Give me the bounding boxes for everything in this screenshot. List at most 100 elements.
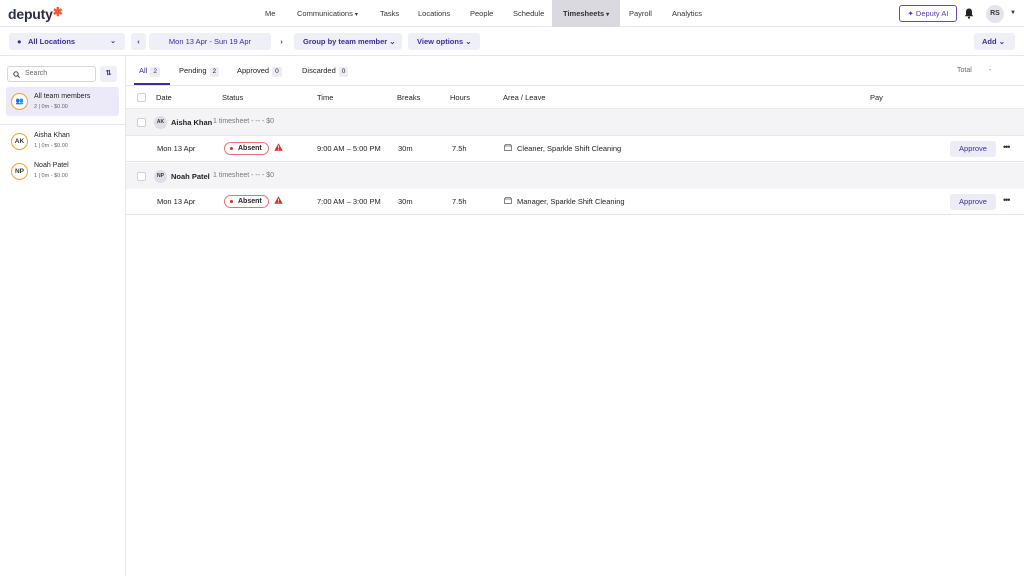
row-area: Manager, Sparkle Shift Cleaning xyxy=(517,197,625,206)
chevron-down-icon: ▾ xyxy=(354,12,358,18)
row-breaks: 30m xyxy=(398,197,413,206)
search-icon xyxy=(13,71,20,78)
add-button[interactable]: Add ⌄ xyxy=(974,33,1015,50)
row-date: Mon 13 Apr xyxy=(157,197,196,206)
row-hours: 7.5h xyxy=(452,144,467,153)
chevron-down-icon: ⌄ xyxy=(389,37,396,46)
group-by-dropdown[interactable]: Group by team member ⌄ xyxy=(294,33,402,50)
chevron-left-icon: ‹ xyxy=(137,37,140,46)
column-hours[interactable]: Hours xyxy=(450,93,470,102)
column-status[interactable]: Status xyxy=(222,93,243,102)
column-time[interactable]: Time xyxy=(317,93,333,102)
row-time: 7:00 AM – 3:00 PM xyxy=(317,197,381,206)
table-row[interactable]: Mon 13 Apr Absent 9:00 AM – 5:00 PM 30m … xyxy=(126,136,1024,162)
chevron-right-icon: › xyxy=(280,37,283,46)
user-avatar[interactable]: RS xyxy=(986,5,1004,23)
column-area-leave[interactable]: Area / Leave xyxy=(503,93,546,102)
count-badge: 2 xyxy=(150,67,160,77)
row-breaks: 30m xyxy=(398,144,413,153)
nav-people[interactable]: People xyxy=(470,0,493,27)
sidebar-member-aisha-khan[interactable]: AK Aisha Khan 1 | 0m - $0.00 xyxy=(0,128,126,156)
location-selector[interactable]: ● All Locations ⌄ xyxy=(9,33,125,50)
group-summary: 1 timesheet - -- - $0 xyxy=(213,118,275,125)
nav-communications[interactable]: Communications ▾ xyxy=(297,0,358,27)
area-icon xyxy=(504,144,512,151)
member-name: All team members xyxy=(34,93,91,100)
table-row[interactable]: Mon 13 Apr Absent 7:00 AM – 3:00 PM 30m … xyxy=(126,189,1024,215)
avatar: AK xyxy=(11,133,28,150)
warning-icon[interactable] xyxy=(274,196,283,204)
search-input[interactable]: Search xyxy=(7,66,96,82)
all-team-members-item[interactable]: 👥 All team members 2 | 0m - $0.00 xyxy=(6,87,119,116)
divider xyxy=(0,124,126,125)
row-date: Mon 13 Apr xyxy=(157,144,196,153)
column-date[interactable]: Date xyxy=(156,93,172,102)
search-placeholder: Search xyxy=(25,70,48,77)
approve-button[interactable]: Approve xyxy=(950,194,996,210)
nav-payroll[interactable]: Payroll xyxy=(629,0,652,27)
nav-me[interactable]: Me xyxy=(265,0,275,27)
timesheets-main: All 2 Pending 2 Approved 0 Discarded 0 Total… xyxy=(126,56,1024,576)
warning-icon[interactable] xyxy=(274,143,283,151)
chevron-down-icon[interactable]: ▼ xyxy=(1010,10,1016,16)
nav-timesheets[interactable]: Timesheets ▾ xyxy=(552,0,621,27)
tab-discarded[interactable]: Discarded 0 xyxy=(302,66,349,77)
status-dot xyxy=(230,200,233,203)
chevron-down-icon: ⌄ xyxy=(998,37,1005,46)
bell-icon[interactable] xyxy=(964,8,974,19)
group-header-noah-patel[interactable]: NP Noah Patel 1 timesheet - -- - $0 xyxy=(126,163,1024,190)
deputy-ai-button[interactable]: ✦ Deputy AI xyxy=(899,5,957,22)
group-name: Aisha Khan xyxy=(171,118,213,127)
nav-tasks[interactable]: Tasks xyxy=(380,0,399,27)
avatar: AK xyxy=(154,116,167,129)
total-label: Total xyxy=(957,67,972,74)
avatar: NP xyxy=(154,170,167,183)
member-name: Aisha Khan xyxy=(34,132,70,139)
chevron-down-icon: ⌄ xyxy=(465,37,472,46)
nav-analytics[interactable]: Analytics xyxy=(672,0,702,27)
nav-locations[interactable]: Locations xyxy=(418,0,450,27)
nav-schedule[interactable]: Schedule xyxy=(513,0,544,27)
column-pay[interactable]: Pay xyxy=(870,93,883,102)
select-all-checkbox[interactable] xyxy=(137,93,146,102)
group-checkbox[interactable] xyxy=(137,118,146,127)
sort-button[interactable]: ⇅ xyxy=(100,66,117,82)
prev-week-button[interactable]: ‹ xyxy=(131,33,146,50)
count-badge: 0 xyxy=(272,67,282,77)
toolbar: ● All Locations ⌄ ‹ Mon 13 Apr - Sun 19 … xyxy=(0,27,1024,56)
location-pin-icon: ● xyxy=(17,37,22,46)
date-range-picker[interactable]: Mon 13 Apr - Sun 19 Apr xyxy=(149,33,271,50)
sidebar-member-noah-patel[interactable]: NP Noah Patel 1 | 0m - $0.00 xyxy=(0,158,126,186)
next-week-button[interactable]: › xyxy=(275,33,288,50)
member-name: Noah Patel xyxy=(34,162,69,169)
area-icon xyxy=(504,197,512,204)
top-nav: deputy✱ Me Communications ▾ Tasks Locatio… xyxy=(0,0,1024,27)
member-summary: 1 | 0m - $0.00 xyxy=(34,143,68,149)
sort-icon: ⇅ xyxy=(105,70,112,77)
chevron-down-icon: ▾ xyxy=(606,12,610,18)
team-sidebar: Search ⇅ 👥 All team members 2 | 0m - $0.… xyxy=(0,56,126,576)
member-summary: 1 | 0m - $0.00 xyxy=(34,173,68,179)
view-options-dropdown[interactable]: View options ⌄ xyxy=(408,33,480,50)
row-hours: 7.5h xyxy=(452,197,467,206)
tab-all[interactable]: All 2 xyxy=(139,66,160,77)
group-summary: 1 timesheet - -- - $0 xyxy=(213,172,275,179)
deputy-logo[interactable]: deputy✱ xyxy=(8,5,63,22)
column-breaks[interactable]: Breaks xyxy=(397,93,420,102)
group-name: Noah Patel xyxy=(171,172,210,181)
more-options-icon[interactable]: ••• xyxy=(1003,142,1011,152)
count-badge: 0 xyxy=(338,67,349,77)
status-badge: Absent xyxy=(224,142,269,155)
sparkle-icon: ✦ xyxy=(907,9,916,18)
table-header: Date Status Time Breaks Hours Area / Lea… xyxy=(126,86,1024,109)
tab-pending[interactable]: Pending 2 xyxy=(179,66,220,77)
total-value: - xyxy=(989,67,992,74)
team-icon: 👥 xyxy=(11,93,28,110)
tab-approved[interactable]: Approved 0 xyxy=(237,66,282,77)
more-options-icon[interactable]: ••• xyxy=(1003,195,1011,205)
approve-button[interactable]: Approve xyxy=(950,141,996,157)
group-checkbox[interactable] xyxy=(137,172,146,181)
avatar: NP xyxy=(11,163,28,180)
group-header-aisha-khan[interactable]: AK Aisha Khan 1 timesheet - -- - $0 xyxy=(126,109,1024,136)
member-summary: 2 | 0m - $0.00 xyxy=(34,104,68,110)
